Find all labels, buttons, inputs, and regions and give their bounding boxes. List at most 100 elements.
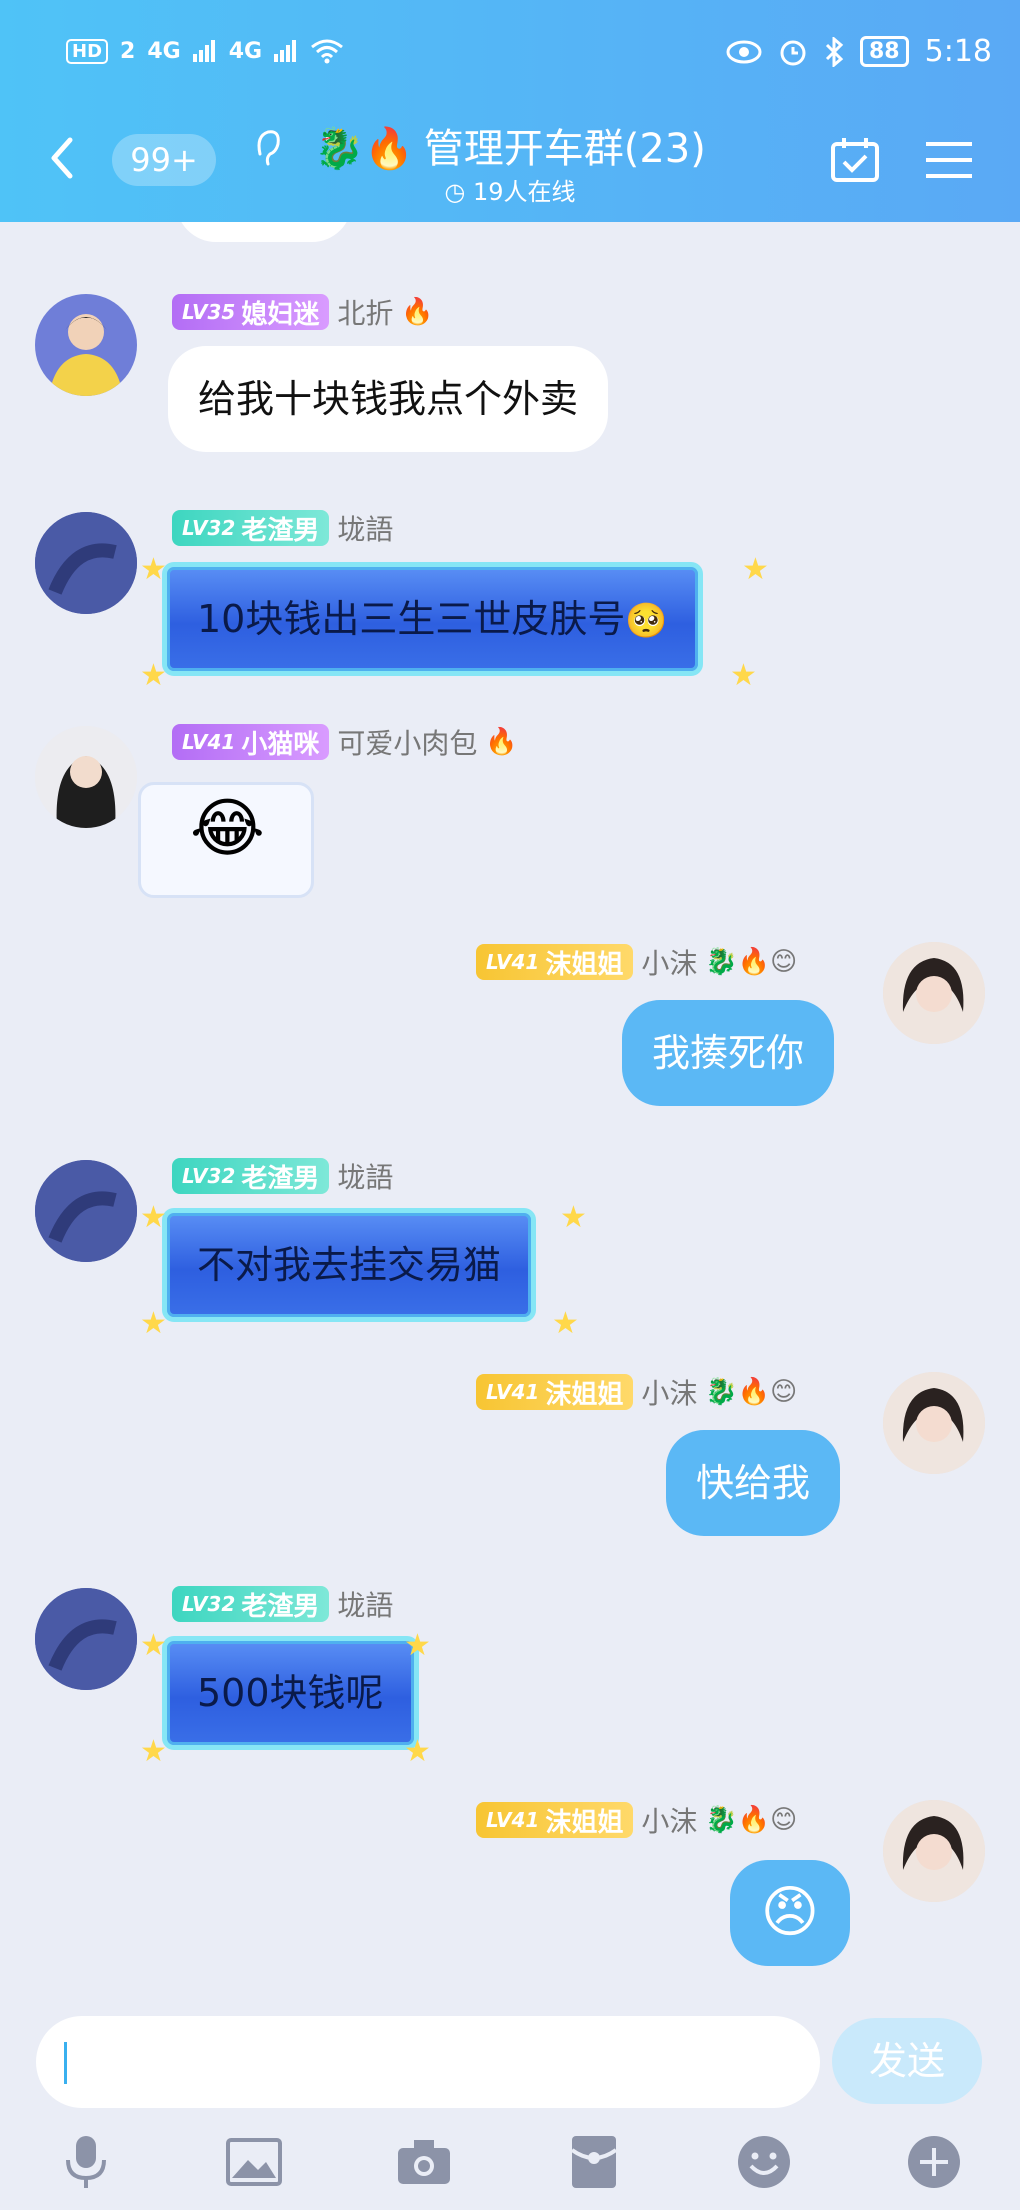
message-item: LV32 老渣男 垅語 不对我去挂交易猫 ★ ★ ★ ★ xyxy=(0,1156,1020,1356)
sender-line: LV32 老渣男 垅語 xyxy=(172,1584,393,1624)
group-name: 管理开车群(23) xyxy=(423,126,706,172)
signal-2: 4G xyxy=(228,38,263,64)
sender-name[interactable]: 垅語 xyxy=(337,508,393,548)
message-bubble[interactable]: 10块钱出三生三世皮肤号🥺 xyxy=(162,562,703,676)
message-item: LV32 老渣男 垅語 500块钱呢 ★ ★ ★ ★ xyxy=(0,1584,1020,1784)
laughing-crying-sticker: 😂 xyxy=(190,792,265,866)
sender-name[interactable]: 垅語 xyxy=(337,1584,393,1624)
signal-bars-icon xyxy=(274,40,297,62)
sim-indicator: 2 xyxy=(120,38,136,64)
clock: 5:18 xyxy=(924,34,992,69)
level-badge: LV32 老渣男 xyxy=(172,1158,330,1194)
level-badge: LV41 沫姐姐 xyxy=(476,1802,634,1838)
star-decoration: ★ xyxy=(404,1734,431,1769)
message-item: LV41 沫姐姐 小沫 🐉🔥😊 快给我 xyxy=(0,1372,1020,1572)
chat-header: HD 2 4G 4G 88 5:18 99+ 🐉🔥 管理开车群(23) ◷ 19人… xyxy=(0,0,1020,222)
avatar[interactable] xyxy=(35,294,137,396)
avatar-illustration xyxy=(35,726,137,828)
star-decoration: ★ xyxy=(730,658,757,693)
microphone-icon[interactable] xyxy=(56,2134,116,2190)
avatar-illustration xyxy=(883,942,985,1044)
level-badge: LV41 沫姐姐 xyxy=(476,1374,634,1410)
emoji-icon[interactable] xyxy=(734,2134,794,2190)
sticker-bubble[interactable]: 😠 xyxy=(730,1860,850,1966)
level-badge: LV41 沫姐姐 xyxy=(476,944,634,980)
avatar-illustration xyxy=(883,1800,985,1902)
message-text: 10块钱出三生三世皮肤号 xyxy=(197,597,626,641)
image-icon[interactable] xyxy=(224,2134,284,2190)
name-emoji-icons: 🐉🔥😊 xyxy=(705,947,798,977)
bluetooth-icon xyxy=(825,36,844,67)
avatar[interactable] xyxy=(883,1800,985,1902)
group-title-emoji: 🐉🔥 xyxy=(314,126,414,172)
avatar-illustration xyxy=(49,314,123,396)
plus-icon[interactable] xyxy=(904,2134,964,2190)
fire-icon: 🔥 xyxy=(401,297,434,327)
pleading-emoji: 🥺 xyxy=(625,601,668,641)
avatar[interactable] xyxy=(35,512,137,614)
camera-icon[interactable] xyxy=(394,2134,454,2190)
message-bubble[interactable]: 快给我 xyxy=(666,1430,841,1536)
status-bar: HD 2 4G 4G 88 5:18 xyxy=(0,0,1020,110)
message-bubble[interactable]: 500块钱呢 xyxy=(162,1636,419,1750)
level-badge: LV41 小猫咪 xyxy=(172,724,330,760)
avatar[interactable] xyxy=(35,1160,137,1262)
input-bar: 发送 xyxy=(0,2000,1020,2210)
calendar-check-icon[interactable] xyxy=(830,136,880,184)
message-bubble[interactable]: 我揍死你 xyxy=(622,1000,835,1106)
message-input[interactable] xyxy=(36,2016,820,2108)
menu-icon[interactable] xyxy=(924,138,974,182)
message-item: LV35 媳妇迷 北折 🔥 给我十块钱我点个外卖 xyxy=(0,292,1020,472)
star-decoration: ★ xyxy=(742,552,769,587)
message-item: LV41 沫姐姐 小沫 🐉🔥😊 😠 xyxy=(0,1800,1020,2000)
sender-line: LV32 老渣男 垅語 xyxy=(172,1156,393,1196)
sender-line: LV32 老渣男 垅語 xyxy=(172,508,393,548)
message-item: LV41 沫姐姐 小沫 🐉🔥😊 我揍死你 xyxy=(0,942,1020,1142)
star-decoration: ★ xyxy=(140,1628,167,1663)
message-bubble[interactable]: 给我十块钱我点个外卖 xyxy=(168,346,609,452)
signal-1: 4G xyxy=(147,38,181,64)
star-decoration: ★ xyxy=(140,1734,167,1769)
online-text: 19人在线 xyxy=(473,178,576,206)
avatar[interactable] xyxy=(883,942,985,1044)
sender-name[interactable]: 小沫 xyxy=(641,942,697,982)
name-emoji-icons: 🐉🔥😊 xyxy=(705,1805,798,1835)
chat-area[interactable]: LV35 媳妇迷 北折 🔥 给我十块钱我点个外卖 LV32 老渣男 垅語 10块钱出… xyxy=(0,222,1020,2000)
sender-line: LV41 沫姐姐 小沫 🐉🔥😊 xyxy=(476,1372,797,1412)
avatar[interactable] xyxy=(35,1588,137,1690)
sender-line: LV41 小猫咪 可爱小肉包 🔥 xyxy=(172,722,518,762)
star-decoration: ★ xyxy=(140,1306,167,1341)
star-decoration: ★ xyxy=(552,1306,579,1341)
avatar[interactable] xyxy=(883,1372,985,1474)
message-bubble[interactable]: 不对我去挂交易猫 xyxy=(162,1208,537,1322)
eye-icon xyxy=(726,40,762,63)
online-clock-icon: ◷ xyxy=(444,178,466,206)
sender-line: LV41 沫姐姐 小沫 🐉🔥😊 xyxy=(476,1800,797,1840)
star-decoration: ★ xyxy=(140,1200,167,1235)
text-caret xyxy=(64,2042,67,2084)
level-badge: LV32 老渣男 xyxy=(172,510,330,546)
send-button[interactable]: 发送 xyxy=(832,2018,982,2104)
sender-name[interactable]: 垅語 xyxy=(337,1156,393,1196)
fire-icon: 🔥 xyxy=(485,727,518,757)
star-decoration: ★ xyxy=(560,1200,587,1235)
level-badge: LV35 媳妇迷 xyxy=(172,294,330,330)
avatar-illustration xyxy=(35,1160,137,1262)
sender-name[interactable]: 可爱小肉包 xyxy=(337,722,477,762)
toolbar xyxy=(0,2128,1020,2198)
sender-line: LV41 沫姐姐 小沫 🐉🔥😊 xyxy=(476,942,797,982)
sender-name[interactable]: 小沫 xyxy=(641,1800,697,1840)
star-decoration: ★ xyxy=(140,552,167,587)
alarm-icon xyxy=(780,40,806,65)
sender-name[interactable]: 小沫 xyxy=(641,1372,697,1412)
avatar-illustration xyxy=(35,1588,137,1690)
name-emoji-icons: 🐉🔥😊 xyxy=(705,1377,798,1407)
avatar[interactable] xyxy=(35,726,137,828)
red-packet-icon[interactable] xyxy=(564,2134,624,2190)
battery-indicator: 88 xyxy=(860,36,909,67)
star-decoration: ★ xyxy=(404,1628,431,1663)
level-badge: LV32 老渣男 xyxy=(172,1586,330,1622)
hd-indicator: HD xyxy=(66,38,109,64)
sender-name[interactable]: 北折 xyxy=(337,292,393,332)
status-right: 88 5:18 xyxy=(726,34,992,69)
